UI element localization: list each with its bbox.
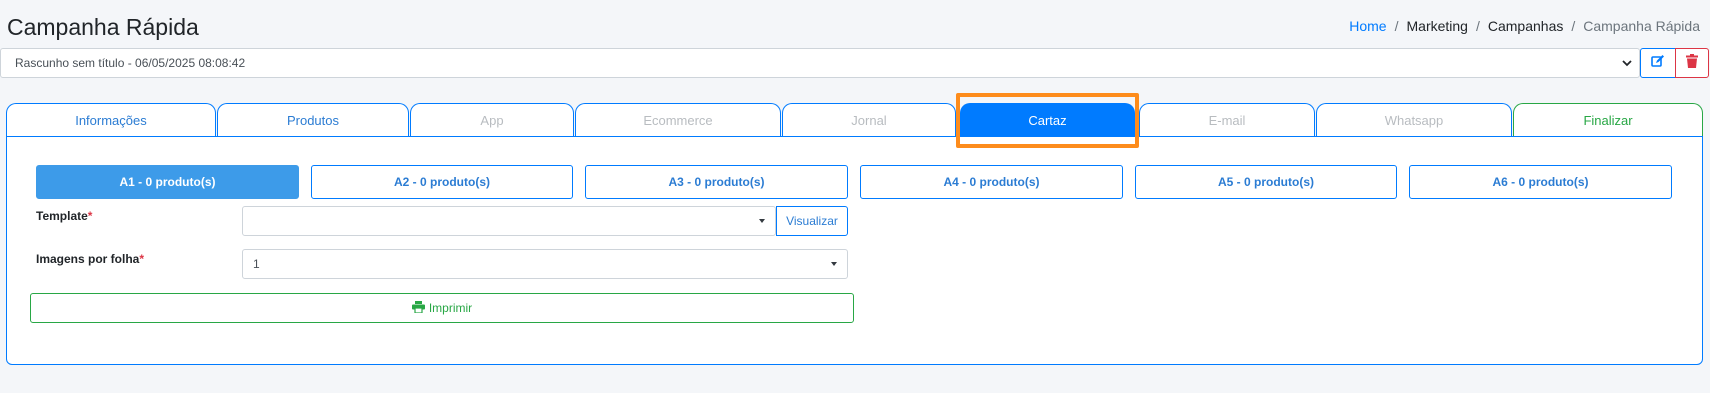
tab-jornal[interactable]: Jornal [782,103,956,137]
breadcrumb-separator: / [1475,18,1480,34]
required-mark: * [139,252,145,266]
tab-whatsapp[interactable]: Whatsapp [1316,103,1512,137]
breadcrumb-campanhas[interactable]: Campanhas [1488,18,1564,34]
print-button[interactable]: Imprimir [30,293,854,323]
poster-tab-a5[interactable]: A5 - 0 produto(s) [1135,165,1397,199]
tab-ecommerce[interactable]: Ecommerce [575,103,781,137]
tab-produtos[interactable]: Produtos [217,103,409,137]
template-label: Template* [36,209,92,223]
view-button[interactable]: Visualizar [776,206,848,236]
edit-icon [1651,54,1665,73]
draft-select[interactable]: Rascunho sem título - 06/05/2025 08:08:4… [0,48,1640,78]
draft-row: Rascunho sem título - 06/05/2025 08:08:4… [0,48,1710,78]
page-title: Campanha Rápida [7,14,199,40]
trash-icon [1686,53,1698,73]
edit-draft-button[interactable] [1640,48,1676,78]
poster-tab-a3[interactable]: A3 - 0 produto(s) [585,165,848,199]
images-per-sheet-label-text: Imagens por folha [36,252,140,266]
breadcrumb-home[interactable]: Home [1349,18,1386,34]
poster-tab-a4[interactable]: A4 - 0 produto(s) [860,165,1123,199]
breadcrumb: Home / Marketing / Campanhas / Campanha … [1349,18,1700,34]
caret-down-icon [759,219,765,223]
tab-app[interactable]: App [410,103,574,137]
breadcrumb-current: Campanha Rápida [1583,18,1700,34]
breadcrumb-marketing[interactable]: Marketing [1407,18,1468,34]
required-mark: * [87,209,93,223]
template-label-text: Template [36,209,88,223]
breadcrumb-separator: / [1394,18,1399,34]
delete-draft-button[interactable] [1675,48,1709,78]
breadcrumb-separator: / [1571,18,1576,34]
print-button-label: Imprimir [428,301,473,315]
poster-tab-a6[interactable]: A6 - 0 produto(s) [1409,165,1672,199]
chevron-down-icon [1621,57,1633,72]
images-per-sheet-select[interactable]: 1 [242,249,848,279]
poster-tab-a1[interactable]: A1 - 0 produto(s) [36,165,299,199]
printer-icon [411,300,425,316]
draft-select-value: Rascunho sem título - 06/05/2025 08:08:4… [15,56,246,70]
images-per-sheet-value: 1 [253,257,260,271]
images-per-sheet-label: Imagens por folha* [36,252,144,266]
tab-email[interactable]: E-mail [1139,103,1315,137]
template-select[interactable] [242,206,776,236]
tab-finalizar[interactable]: Finalizar [1513,103,1703,137]
caret-down-icon [831,262,837,266]
tab-cartaz[interactable]: Cartaz [960,103,1135,137]
tab-informacoes[interactable]: Informações [6,103,216,137]
poster-tab-a2[interactable]: A2 - 0 produto(s) [311,165,573,199]
